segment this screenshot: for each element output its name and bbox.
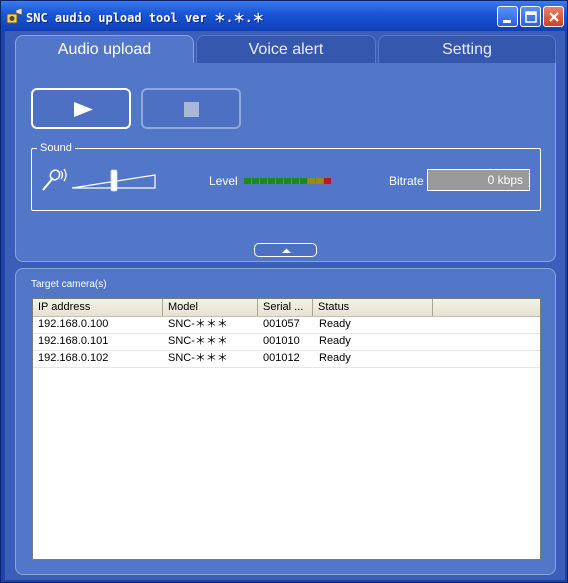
app-icon	[6, 7, 23, 24]
cell-serial: 001010	[263, 335, 300, 347]
maximize-icon	[525, 11, 537, 23]
collapse-button[interactable]	[254, 243, 317, 257]
tab-label: Audio upload	[57, 41, 152, 58]
tab-audio-upload[interactable]: Audio upload	[15, 35, 194, 65]
window-title-version: ＊.＊.＊	[213, 11, 265, 25]
cell-status: Ready	[319, 335, 351, 347]
bitrate-label: Bitrate	[389, 174, 424, 188]
level-meter	[244, 178, 332, 184]
microphone-icon	[42, 168, 67, 191]
volume-slider[interactable]	[70, 167, 158, 193]
column-header-serial[interactable]: Serial ...	[258, 299, 313, 316]
stop-icon	[184, 102, 199, 117]
tab-setting[interactable]: Setting	[378, 35, 556, 65]
cell-serial: 001057	[263, 318, 300, 330]
bitrate-value: 0 kbps	[427, 169, 530, 191]
chevron-up-icon	[282, 248, 291, 253]
camera-table[interactable]: IP address Model Serial ... Status 192.1…	[32, 298, 541, 560]
cell-ip: 192.168.0.102	[38, 352, 109, 364]
minimize-icon	[503, 20, 511, 23]
cell-serial: 001012	[263, 352, 300, 364]
tab-label: Setting	[442, 41, 492, 58]
level-meter-segment	[268, 178, 275, 184]
column-header-model[interactable]: Model	[163, 299, 258, 316]
tab-label: Voice alert	[248, 41, 324, 58]
sound-legend: Sound	[37, 141, 75, 155]
volume-slider-thumb[interactable]	[110, 169, 118, 192]
level-meter-segment	[300, 178, 307, 184]
level-meter-segment	[276, 178, 283, 184]
app-window: SNC audio upload tool ver ＊.＊.＊ Audio up…	[0, 0, 568, 583]
level-meter-segment	[244, 178, 251, 184]
table-row[interactable]: 192.168.0.100 SNC-＊＊＊ 001057 Ready	[33, 316, 540, 334]
title-bar[interactable]: SNC audio upload tool ver ＊.＊.＊	[1, 1, 567, 31]
cell-model: SNC-＊＊＊	[168, 335, 228, 347]
cell-model: SNC-＊＊＊	[168, 352, 228, 364]
table-header: IP address Model Serial ... Status	[33, 299, 540, 317]
close-button[interactable]	[543, 6, 564, 27]
minimize-button[interactable]	[497, 6, 518, 27]
cell-model: SNC-＊＊＊	[168, 318, 228, 330]
level-meter-segment	[324, 178, 331, 184]
cell-ip: 192.168.0.101	[38, 335, 109, 347]
maximize-button[interactable]	[520, 6, 541, 27]
close-icon	[549, 12, 559, 22]
target-cameras-label: Target camera(s)	[31, 279, 107, 290]
level-label: Level	[209, 174, 238, 188]
table-row[interactable]: 192.168.0.102 SNC-＊＊＊ 001012 Ready	[33, 350, 540, 368]
stop-button[interactable]	[141, 88, 241, 129]
cell-status: Ready	[319, 352, 351, 364]
window-title: SNC audio upload tool ver ＊.＊.＊	[26, 11, 265, 25]
level-meter-segment	[316, 178, 323, 184]
cell-status: Ready	[319, 318, 351, 330]
level-meter-segment	[284, 178, 291, 184]
table-row[interactable]: 192.168.0.101 SNC-＊＊＊ 001010 Ready	[33, 333, 540, 351]
tab-voice-alert[interactable]: Voice alert	[196, 35, 376, 65]
level-meter-segment	[292, 178, 299, 184]
level-meter-segment	[260, 178, 267, 184]
level-meter-segment	[252, 178, 259, 184]
column-header-status[interactable]: Status	[313, 299, 433, 316]
column-header-ip[interactable]: IP address	[33, 299, 163, 316]
play-button[interactable]	[31, 88, 131, 129]
level-meter-segment	[308, 178, 315, 184]
play-icon	[74, 102, 93, 117]
cell-ip: 192.168.0.100	[38, 318, 109, 330]
